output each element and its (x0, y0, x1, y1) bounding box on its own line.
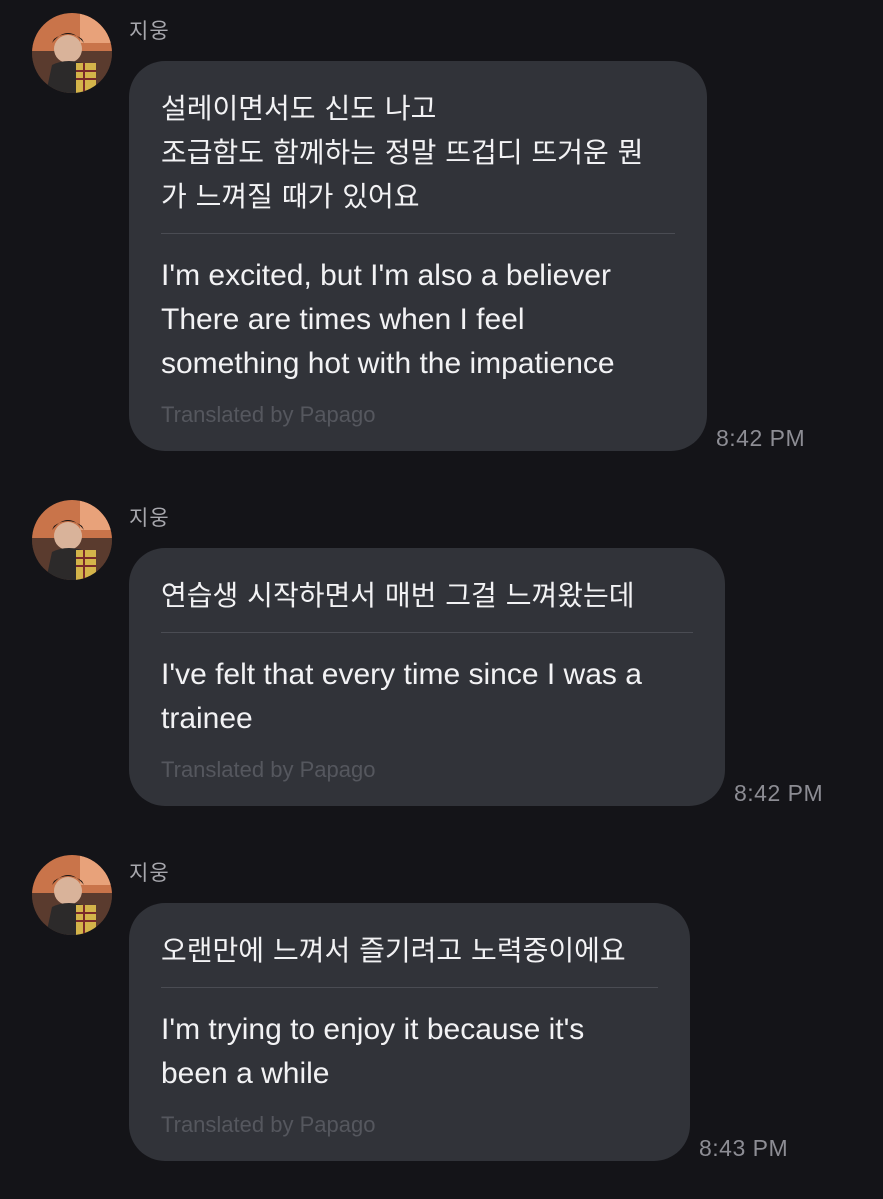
sender-name: 지웅 (129, 19, 170, 43)
message-group: 지웅 설레이면서도 신도 나고 조급함도 함께하는 정말 뜨겁디 뜨거운 뭔 가… (0, 0, 883, 470)
avatar[interactable] (32, 500, 112, 580)
translated-text: I'm excited, but I'm also a believer The… (161, 259, 615, 380)
message-timestamp: 8:42 PM (716, 425, 806, 451)
original-text: 연습생 시작하면서 매번 그걸 느껴왔는데 (161, 579, 635, 612)
avatar-photo-icon (32, 500, 112, 580)
message-bubble[interactable]: 오랜만에 느껴서 즐기려고 노력중이에요 I'm trying to enjoy… (129, 903, 690, 1161)
translation-credit: Translated by Papago (161, 402, 376, 427)
translation-credit: Translated by Papago (161, 1112, 376, 1137)
avatar[interactable] (32, 855, 112, 935)
translation-divider (161, 233, 675, 234)
message-group: 지웅 연습생 시작하면서 매번 그걸 느껴왔는데 I've felt that … (0, 487, 883, 817)
message-bubble[interactable]: 설레이면서도 신도 나고 조급함도 함께하는 정말 뜨겁디 뜨거운 뭔 가 느껴… (129, 61, 707, 451)
avatar-photo-icon (32, 13, 112, 93)
translation-credit: Translated by Papago (161, 757, 376, 782)
message-timestamp: 8:42 PM (734, 780, 824, 806)
message-timestamp: 8:43 PM (699, 1135, 789, 1161)
translated-text: I've felt that every time since I was a … (161, 658, 642, 735)
translation-divider (161, 632, 693, 633)
sender-name: 지웅 (129, 861, 170, 885)
translation-divider (161, 987, 658, 988)
avatar-photo-icon (32, 855, 112, 935)
translated-text: I'm trying to enjoy it because it's been… (161, 1013, 585, 1090)
message-group: 지웅 오랜만에 느껴서 즐기려고 노력중이에요 I'm trying to en… (0, 842, 883, 1172)
original-text: 설레이면서도 신도 나고 조급함도 함께하는 정말 뜨겁디 뜨거운 뭔 가 느껴… (161, 92, 644, 213)
message-bubble[interactable]: 연습생 시작하면서 매번 그걸 느껴왔는데 I've felt that eve… (129, 548, 725, 806)
original-text: 오랜만에 느껴서 즐기려고 노력중이에요 (161, 934, 626, 967)
avatar[interactable] (32, 13, 112, 93)
sender-name: 지웅 (129, 506, 170, 530)
